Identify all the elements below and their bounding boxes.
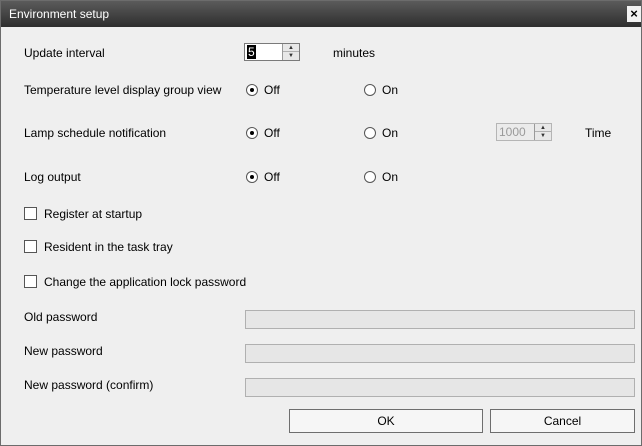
lamp-time-label: Time <box>585 126 612 140</box>
confirm-password-field <box>245 378 635 397</box>
temperature-display-label: Temperature level display group view <box>24 83 222 97</box>
new-password-field <box>245 344 635 363</box>
spin-down-icon[interactable]: ▼ <box>283 52 299 60</box>
checkbox-unchecked-icon[interactable] <box>24 275 37 288</box>
title-bar: Environment setup × <box>1 1 641 27</box>
radio-unselected-icon[interactable] <box>364 127 376 139</box>
spin-up-icon: ▲ <box>535 124 551 132</box>
update-interval-unit: minutes <box>333 46 376 60</box>
spin-up-icon[interactable]: ▲ <box>283 44 299 52</box>
log-output-label: Log output <box>24 170 81 184</box>
radio-selected-icon[interactable] <box>246 127 258 139</box>
radio-label: Off <box>264 83 280 97</box>
checkbox-unchecked-icon[interactable] <box>24 207 37 220</box>
radio-unselected-icon[interactable] <box>364 171 376 183</box>
radio-label: Off <box>264 126 280 140</box>
spin-down-icon: ▼ <box>535 132 551 140</box>
ok-button[interactable]: OK <box>289 409 483 433</box>
radio-selected-icon[interactable] <box>246 84 258 96</box>
lamp-time-value: 1000 <box>499 125 526 139</box>
radio-label: On <box>382 126 399 140</box>
update-interval-spin-buttons[interactable]: ▲ ▼ <box>282 44 299 60</box>
update-interval-spinner[interactable]: 5 ▲ ▼ <box>244 43 300 61</box>
radio-label: Off <box>264 170 280 184</box>
lamp-notification-label: Lamp schedule notification <box>24 126 167 140</box>
radio-label: On <box>382 83 399 97</box>
checkbox-label: Resident in the task tray <box>44 240 173 254</box>
radio-unselected-icon[interactable] <box>364 84 376 96</box>
old-password-label: Old password <box>24 310 98 324</box>
confirm-password-label: New password (confirm) <box>24 378 154 392</box>
checkbox-unchecked-icon[interactable] <box>24 240 37 253</box>
dialog-body: Update interval 5 ▲ ▼ minutes Temperatur… <box>2 27 640 445</box>
lamp-time-spinner: 1000 ▲ ▼ <box>496 123 552 141</box>
cancel-button[interactable]: Cancel <box>490 409 635 433</box>
update-interval-label: Update interval <box>24 46 105 60</box>
window-title: Environment setup <box>9 7 110 21</box>
lamp-time-spin-buttons: ▲ ▼ <box>534 124 551 140</box>
update-interval-value[interactable]: 5 <box>247 45 256 59</box>
checkbox-label: Register at startup <box>44 207 143 221</box>
close-icon[interactable]: × <box>627 6 641 22</box>
old-password-field <box>245 310 635 329</box>
radio-selected-icon[interactable] <box>246 171 258 183</box>
radio-label: On <box>382 170 399 184</box>
checkbox-label: Change the application lock password <box>44 275 247 289</box>
new-password-label: New password <box>24 344 103 358</box>
environment-setup-dialog: Environment setup × Update interval 5 ▲ … <box>0 0 642 446</box>
